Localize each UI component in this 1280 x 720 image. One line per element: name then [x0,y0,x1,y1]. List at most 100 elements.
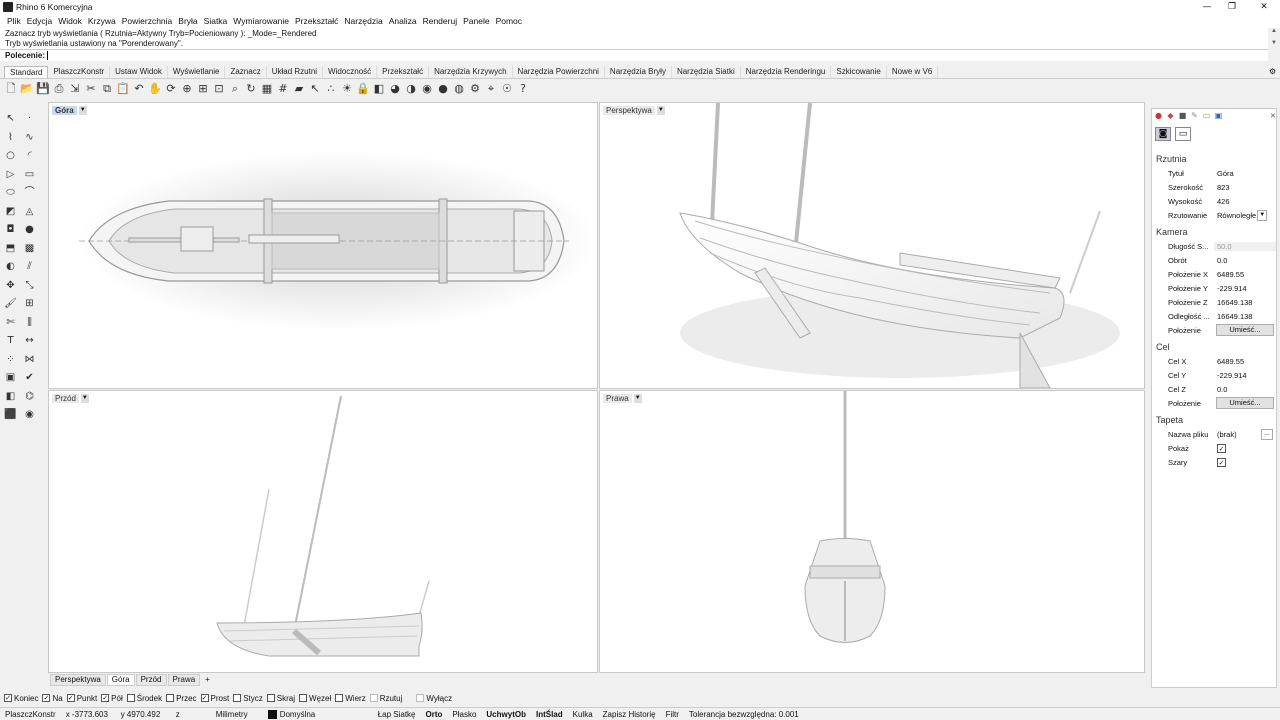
zoom-selected-icon[interactable]: ⌕ [228,82,242,96]
color-wheel-icon[interactable]: ● [1153,110,1164,121]
status-layer[interactable]: Domyślna [263,709,373,719]
osnap-4[interactable]: Środek [126,694,162,703]
viewport-tab-3[interactable]: Prawa [167,674,201,686]
command-line[interactable]: Polecenie: [0,49,1268,61]
menu-powierzchnia[interactable]: Powierzchnia [119,14,176,28]
show-checkbox[interactable]: ✓ [1217,443,1226,453]
maximize-button[interactable]: ❐ [1222,1,1242,13]
tab-7[interactable]: Przekształć [377,66,430,78]
tab-0[interactable]: Standard [4,66,49,78]
osnap-checkbox[interactable] [299,694,308,702]
osnap-checkbox[interactable]: ✓ [66,694,75,702]
undo-icon[interactable]: ↶ [132,82,146,96]
tab-2[interactable]: Ustaw Widok [110,66,168,78]
browse-file-button[interactable]: ... [1261,428,1273,440]
chevron-down-icon[interactable]: ▼ [80,393,89,403]
snap-icon[interactable]: ⌖ [484,82,498,96]
osnap-checkbox[interactable]: ✓ [42,694,51,702]
osnap-9[interactable]: Węzeł [299,694,331,703]
viewport-top-title[interactable]: Góra [52,105,77,115]
polygon-icon[interactable]: ▷ [2,166,19,183]
car-icon[interactable]: ▰ [292,82,306,96]
layer-icon[interactable]: ◧ [2,388,19,405]
tabs-settings-icon[interactable]: ⚙ [1269,67,1278,76]
boolean-icon[interactable]: ◐ [2,258,19,275]
tab-5[interactable]: Układ Rzutni [267,66,324,78]
osnap-checkbox[interactable] [166,694,175,702]
close-button[interactable]: ✕ [1254,1,1274,13]
status-toggle-1[interactable]: Orto [421,710,448,719]
viewport-right-title[interactable]: Prawa [603,393,632,403]
osnap-checkbox[interactable]: ✓ [101,694,110,702]
move-icon[interactable]: ✥ [2,277,19,294]
group-icon[interactable]: ⊞ [21,295,38,312]
tab-4[interactable]: Zaznacz [225,66,267,78]
osnap-3[interactable]: ✓ Pół [101,694,123,703]
point-icon[interactable]: · [21,110,38,127]
add-viewport-tab-icon[interactable]: + [201,675,214,685]
menu-przekształć[interactable]: Przekształć [292,14,341,28]
four-view-icon[interactable]: ▦ [260,82,274,96]
copy-icon[interactable]: ⧉ [100,82,114,96]
menu-analiza[interactable]: Analiza [386,14,420,28]
viewport-frame-icon[interactable]: ▭ [1175,127,1191,141]
lock-icon[interactable]: 🔒 [356,82,370,96]
mesh-icon[interactable]: ▩ [21,240,38,257]
rotate-icon[interactable]: ⟳ [164,82,178,96]
new-icon[interactable]: 🗋 [4,82,18,96]
light-icon[interactable]: ☀ [340,82,354,96]
tab-3[interactable]: Wyświetlanie [168,66,226,78]
camera-place-button[interactable]: Umieść... [1216,324,1274,336]
tab-12[interactable]: Narzędzia Renderingu [741,66,832,78]
osnap-checkbox[interactable] [126,694,135,702]
loft-icon[interactable]: ◬ [21,203,38,220]
tab-10[interactable]: Narzędzia Bryły [605,66,672,78]
menu-bryła[interactable]: Bryła [175,14,200,28]
arc-icon[interactable]: ◜ [21,147,38,164]
osnap-checkbox[interactable] [335,694,344,702]
chevron-down-icon[interactable]: ▼ [1257,209,1268,221]
viewport-tab-0[interactable]: Perspektywa [50,674,106,686]
viewport-front-title[interactable]: Przód [52,393,79,403]
tab-13[interactable]: Szkicowanie [831,66,887,78]
dimension-icon[interactable]: ↔ [21,332,38,349]
chevron-down-icon[interactable]: ▼ [78,105,87,115]
grid-icon[interactable]: # [276,82,290,96]
viewport-right-header[interactable]: Prawa ▼ [603,393,642,403]
viewport-perspective[interactable]: Perspektywa ▼ [599,102,1145,389]
osnap-checkbox[interactable] [416,694,425,702]
status-toggle-0[interactable]: Łap Siatkę [373,710,421,719]
ellipse-icon[interactable]: ⬭ [2,184,19,201]
status-toggle-3[interactable]: UchwytOb [481,710,531,719]
web-icon[interactable]: ☉ [500,82,514,96]
rectangle-icon[interactable]: ▭ [21,166,38,183]
brush-icon[interactable]: ✎ [1189,110,1200,121]
camera-icon[interactable]: ■ [1177,110,1188,121]
status-toggle-7[interactable]: Filtr [661,710,684,719]
tab-6[interactable]: Widoczność [323,66,378,78]
osnap-checkbox[interactable] [369,694,378,702]
target-place-button[interactable]: Umieść... [1216,397,1274,409]
points-icon[interactable]: ∴ [324,82,338,96]
cut-icon[interactable]: ✂ [84,82,98,96]
status-units[interactable]: Milimetry [211,710,263,719]
viewport-top-header[interactable]: Góra ▼ [52,105,87,115]
menu-pomoc[interactable]: Pomoc [493,14,525,28]
viewport-perspective-header[interactable]: Perspektywa ▼ [603,105,665,115]
menu-plik[interactable]: Plik [4,14,24,28]
status-plane[interactable]: PlaszczKonstr [0,710,61,719]
viewport-front-header[interactable]: Przód ▼ [52,393,89,403]
circle-icon[interactable]: ○ [2,147,19,164]
render-icon[interactable]: ◉ [21,406,38,423]
render-icon[interactable]: ◉ [420,82,434,96]
surface-icon[interactable]: ◩ [2,203,19,220]
status-toggle-2[interactable]: Płasko [447,710,481,719]
extrude-icon[interactable]: ⬒ [2,240,19,257]
fillet-icon[interactable]: ⌒ [21,184,38,201]
polyline-icon[interactable]: ⌇ [2,129,19,146]
sphere-icon[interactable]: ● [21,221,38,238]
join-icon[interactable]: ⋈ [21,351,38,368]
menu-panele[interactable]: Panele [460,14,492,28]
osnap-checkbox[interactable]: ✓ [4,694,12,702]
history-scrollbar[interactable]: ▲ ▼ [1268,28,1280,60]
